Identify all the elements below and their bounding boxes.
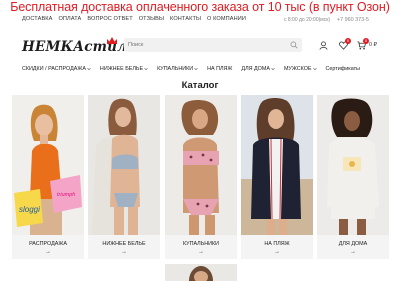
chevron-down-icon <box>271 67 275 71</box>
nav-item-beach[interactable]: НА ПЛЯЖ <box>207 66 232 72</box>
search-input[interactable] <box>128 38 278 52</box>
category-image-swimwear <box>165 95 237 235</box>
nav-item-sale[interactable]: СКИДКИ / РАСПРОДАЖА <box>22 66 91 72</box>
chevron-down-icon <box>312 67 317 71</box>
nav-item-label: КУПАЛЬНИКИ <box>157 66 194 72</box>
category-card-home[interactable]: ДЛЯ ДОМА → <box>317 95 389 259</box>
top-link-reviews[interactable]: ОТЗЫВЫ <box>139 16 164 22</box>
category-image-sale: sloggi triumph <box>12 95 84 235</box>
nav-item-certificates[interactable]: Сертификаты <box>326 66 360 72</box>
nav-item-men[interactable]: МУЖСКОЕ <box>284 66 317 72</box>
nav-item-label: Сертификаты <box>325 66 360 72</box>
category-image-lingerie <box>88 95 160 235</box>
top-link-payment[interactable]: ОПЛАТА <box>58 16 81 22</box>
top-nav: ДОСТАВКА ОПЛАТА ВОПРОС ОТВЕТ ОТЗЫВЫ КОНТ… <box>22 16 246 22</box>
bag-brand-triumph: triumph <box>57 192 75 198</box>
user-icon[interactable] <box>319 41 328 50</box>
header: НЕМКАстиль 0 0 0 ₽ <box>0 30 400 60</box>
nav-item-label: НА ПЛЯЖ <box>207 66 233 72</box>
nav-item-label: СКИДКИ / РАСПРОДАЖА <box>22 66 86 72</box>
category-label: НИЖНЕЕ БЕЛЬЕ <box>102 241 146 247</box>
nav-item-label: МУЖСКОЕ <box>283 66 312 72</box>
nav-item-label: НИЖНЕЕ БЕЛЬЕ <box>99 66 144 72</box>
logo-text: НЕМКАстиль <box>22 39 137 55</box>
top-link-contacts[interactable]: КОНТАКТЫ <box>170 16 201 22</box>
top-bar: ДОСТАВКА ОПЛАТА ВОПРОС ОТВЕТ ОТЗЫВЫ КОНТ… <box>0 15 400 26</box>
chevron-down-icon <box>87 67 91 71</box>
category-card-lingerie[interactable]: НИЖНЕЕ БЕЛЬЕ → <box>88 95 160 259</box>
main-nav: СКИДКИ / РАСПРОДАЖА НИЖНЕЕ БЕЛЬЕ КУПАЛЬН… <box>22 66 360 72</box>
nav-item-swimwear[interactable]: КУПАЛЬНИКИ <box>157 66 198 72</box>
category-card-sale[interactable]: sloggi triumph РАСПРОДАЖА → <box>12 95 84 259</box>
logo[interactable]: НЕМКАстиль <box>22 36 136 56</box>
nav-item-home[interactable]: ДЛЯ ДОМА <box>241 66 275 72</box>
nav-item-label: ДЛЯ ДОМА <box>241 66 270 72</box>
arrow-right-icon[interactable]: → <box>241 249 313 255</box>
top-link-delivery[interactable]: ДОСТАВКА <box>22 16 52 22</box>
category-image-home <box>317 95 389 235</box>
search-icon[interactable] <box>290 41 298 49</box>
category-card-swimwear[interactable]: КУПАЛЬНИКИ → <box>165 95 237 259</box>
category-card-men[interactable] <box>165 264 237 281</box>
top-link-about[interactable]: О КОМПАНИИ <box>207 16 246 22</box>
nav-item-lingerie[interactable]: НИЖНЕЕ БЕЛЬЕ <box>100 66 148 72</box>
category-label: КУПАЛЬНИКИ <box>182 241 220 247</box>
catalog-heading: Каталог <box>181 80 219 91</box>
category-image-men <box>165 264 237 281</box>
chevron-down-icon <box>144 67 148 71</box>
phone-link[interactable]: +7 960 373-5 <box>337 17 397 23</box>
category-image-beach <box>241 95 313 235</box>
top-link-faq[interactable]: ВОПРОС ОТВЕТ <box>87 16 132 22</box>
category-label: НА ПЛЯЖ <box>264 241 290 247</box>
arrow-right-icon[interactable]: → <box>165 249 237 255</box>
wishlist-count-badge: 0 <box>345 38 351 44</box>
working-hours: с 8:00 до 20:00(мск) <box>284 17 331 23</box>
arrow-right-icon[interactable]: → <box>88 249 160 255</box>
promo-banner: Бесплатная доставка оплаченного заказа о… <box>10 0 390 14</box>
bag-brand-sloggi: sloggi <box>19 205 40 214</box>
chevron-down-icon <box>194 67 198 71</box>
arrow-right-icon[interactable]: → <box>12 249 84 255</box>
category-label: РАСПРОДАЖА <box>29 241 67 247</box>
crown-icon <box>107 37 117 44</box>
category-label: ДЛЯ ДОМА <box>338 241 368 247</box>
search-bar <box>124 38 302 52</box>
cart-sum[interactable]: 0 ₽ <box>369 42 377 48</box>
category-card-beach[interactable]: НА ПЛЯЖ → <box>241 95 313 259</box>
arrow-right-icon[interactable]: → <box>317 249 389 255</box>
